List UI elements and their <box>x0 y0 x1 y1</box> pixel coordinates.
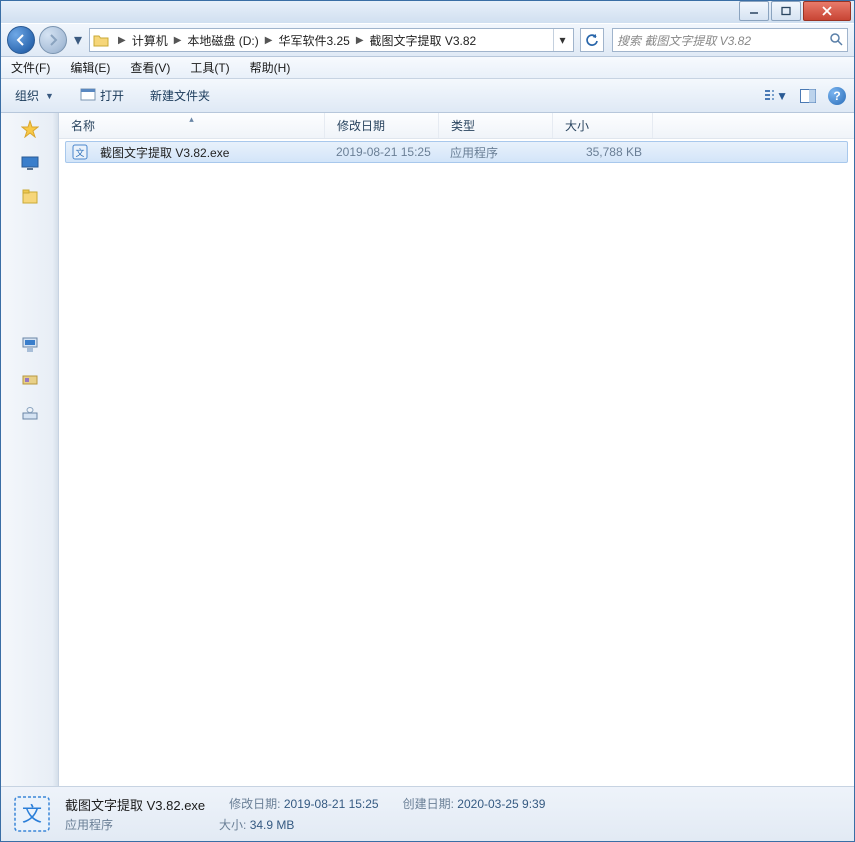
chevron-right-icon[interactable]: ▶ <box>352 35 368 46</box>
desktop-icon[interactable] <box>20 153 40 173</box>
menu-edit[interactable]: 编辑(E) <box>66 57 114 78</box>
forward-button[interactable] <box>39 26 67 54</box>
details-size-value: 34.9 MB <box>250 818 295 832</box>
details-pane: 文 截图文字提取 V3.82.exe 修改日期: 2019-08-21 15:2… <box>1 786 854 841</box>
column-headers: ▴名称 修改日期 类型 大小 <box>59 113 854 139</box>
details-filename: 截图文字提取 V3.82.exe <box>65 795 205 814</box>
file-row[interactable]: 文 截图文字提取 V3.82.exe 2019-08-21 15:25 应用程序… <box>65 141 848 163</box>
file-name: 截图文字提取 V3.82.exe <box>94 144 330 161</box>
svg-text:文: 文 <box>75 147 84 158</box>
details-meta: 截图文字提取 V3.82.exe 修改日期: 2019-08-21 15:25 … <box>65 795 545 833</box>
open-label: 打开 <box>100 87 124 104</box>
organize-button[interactable]: 组织▼ <box>9 84 60 107</box>
chevron-right-icon[interactable]: ▶ <box>261 35 277 46</box>
network-icon[interactable] <box>20 403 40 423</box>
folder-icon <box>92 31 110 49</box>
address-dropdown[interactable]: ▾ <box>553 29 571 51</box>
details-created-value: 2020-03-25 9:39 <box>457 797 545 811</box>
minimize-button[interactable] <box>739 1 769 21</box>
explorer-window: ▾ ▶ 计算机 ▶ 本地磁盘 (D:) ▶ 华军软件3.25 ▶ 截图文字提取 … <box>0 0 855 842</box>
toolbar: 组织▼ 打开 新建文件夹 ▼ ? <box>1 79 854 113</box>
menu-help[interactable]: 帮助(H) <box>246 57 295 78</box>
chevron-right-icon[interactable]: ▶ <box>170 35 186 46</box>
computer-icon[interactable] <box>20 335 40 355</box>
nav-pane[interactable] <box>1 113 59 786</box>
sort-indicator-icon: ▴ <box>189 114 194 125</box>
details-modified-value: 2019-08-21 15:25 <box>284 797 379 811</box>
menu-file[interactable]: 文件(F) <box>7 57 54 78</box>
file-list-area: ▴名称 修改日期 类型 大小 文 截图文字提取 V3.82.exe 2019-0… <box>59 113 854 786</box>
breadcrumb[interactable]: 计算机 <box>130 32 170 49</box>
preview-pane-button[interactable] <box>796 85 820 107</box>
column-type[interactable]: 类型 <box>439 113 553 138</box>
file-type: 应用程序 <box>444 144 558 161</box>
refresh-button[interactable] <box>580 28 604 52</box>
breadcrumb[interactable]: 本地磁盘 (D:) <box>185 32 260 49</box>
maximize-button[interactable] <box>771 1 801 21</box>
search-input[interactable]: 搜索 截图文字提取 V3.82 <box>612 28 848 52</box>
column-size[interactable]: 大小 <box>553 113 653 138</box>
file-modified: 2019-08-21 15:25 <box>330 145 444 159</box>
help-button[interactable]: ? <box>828 87 846 105</box>
libraries-icon[interactable] <box>20 187 40 207</box>
breadcrumb[interactable]: 截图文字提取 V3.82 <box>368 32 479 49</box>
menu-view[interactable]: 查看(V) <box>126 57 174 78</box>
exe-file-icon: 文 <box>72 144 88 160</box>
file-type-icon: 文 <box>11 793 53 835</box>
menubar: 文件(F) 编辑(E) 查看(V) 工具(T) 帮助(H) <box>1 57 854 79</box>
column-modified[interactable]: 修改日期 <box>325 113 439 138</box>
file-size: 35,788 KB <box>558 145 648 159</box>
search-placeholder: 搜索 截图文字提取 V3.82 <box>617 32 751 49</box>
breadcrumb[interactable]: 华军软件3.25 <box>276 32 351 49</box>
search-icon <box>829 32 843 49</box>
chevron-right-icon[interactable]: ▶ <box>114 35 130 46</box>
history-dropdown[interactable]: ▾ <box>71 26 85 54</box>
details-created-label: 创建日期: <box>403 797 454 811</box>
column-name[interactable]: ▴名称 <box>59 113 325 138</box>
details-modified-label: 修改日期: <box>229 797 280 811</box>
new-folder-label: 新建文件夹 <box>150 87 210 104</box>
body: ▴名称 修改日期 类型 大小 文 截图文字提取 V3.82.exe 2019-0… <box>1 113 854 786</box>
back-button[interactable] <box>7 26 35 54</box>
new-folder-button[interactable]: 新建文件夹 <box>144 84 216 107</box>
svg-text:文: 文 <box>22 803 42 826</box>
favorites-icon[interactable] <box>20 119 40 139</box>
organize-label: 组织 <box>15 87 39 104</box>
view-options-button[interactable]: ▼ <box>764 85 788 107</box>
menu-tools[interactable]: 工具(T) <box>186 57 233 78</box>
navbar: ▾ ▶ 计算机 ▶ 本地磁盘 (D:) ▶ 华军软件3.25 ▶ 截图文字提取 … <box>1 23 854 57</box>
details-size-label: 大小: <box>219 818 246 832</box>
titlebar <box>1 1 854 23</box>
drive-icon[interactable] <box>20 369 40 389</box>
details-filetype: 应用程序 <box>65 816 113 833</box>
open-icon <box>80 87 96 104</box>
address-bar[interactable]: ▶ 计算机 ▶ 本地磁盘 (D:) ▶ 华军软件3.25 ▶ 截图文字提取 V3… <box>89 28 574 52</box>
close-button[interactable] <box>803 1 851 21</box>
file-list[interactable]: 文 截图文字提取 V3.82.exe 2019-08-21 15:25 应用程序… <box>59 139 854 786</box>
open-button[interactable]: 打开 <box>74 84 130 107</box>
